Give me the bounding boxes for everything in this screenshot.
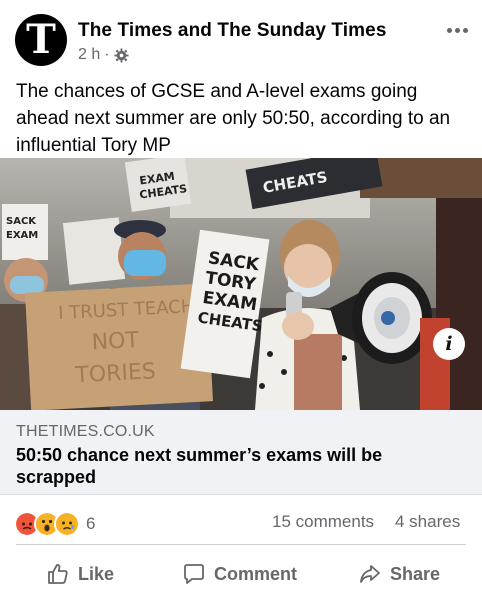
page-avatar[interactable]: T — [15, 14, 67, 66]
reaction-summary[interactable]: 6 — [14, 511, 95, 537]
gear-icon — [114, 47, 129, 63]
protest-photo: EXAM CHEATS CHEATS SACK EXAM I TRUST TEA… — [0, 158, 482, 410]
post-time[interactable]: 2 h — [78, 46, 100, 64]
page-name-link[interactable]: The Times and The Sunday Times — [78, 20, 387, 42]
meta-separator: · — [104, 46, 110, 63]
engagement-stats: 6 15 comments 4 shares — [0, 500, 482, 540]
post-header: T The Times and The Sunday Times 2 h · — [0, 0, 482, 72]
divider — [16, 544, 466, 545]
link-title[interactable]: 50:50 chance next summer’s exams will be… — [16, 444, 456, 488]
comment-label: Comment — [214, 563, 298, 584]
share-icon — [360, 565, 380, 583]
comments-count[interactable]: 15 comments — [272, 512, 374, 532]
like-label: Like — [78, 563, 115, 584]
ellipsis-icon[interactable] — [444, 22, 470, 38]
comment-button[interactable]: Comment — [182, 548, 297, 600]
post-meta: 2 h · — [78, 46, 129, 64]
link-preview[interactable]: THETIMES.CO.UK 50:50 chance next summer’… — [0, 410, 482, 495]
sign-text: TORIES — [74, 359, 157, 388]
action-bar: Like Comment Share — [0, 548, 482, 600]
share-button[interactable]: Share — [358, 548, 440, 600]
link-domain: THETIMES.CO.UK — [16, 423, 155, 440]
sad-icon — [54, 511, 80, 537]
like-button[interactable]: Like — [46, 548, 114, 600]
sign-text: EXAM — [6, 230, 38, 241]
thumbs-up-icon — [48, 564, 68, 584]
comment-icon — [184, 564, 204, 584]
info-icon[interactable]: i — [433, 328, 465, 360]
post-image[interactable]: EXAM CHEATS CHEATS SACK EXAM I TRUST TEA… — [0, 158, 482, 410]
sign-text: NOT — [91, 328, 140, 355]
shares-count[interactable]: 4 shares — [395, 512, 460, 532]
reaction-count: 6 — [86, 514, 96, 533]
sign-text: SACK — [6, 216, 37, 227]
post-message: The chances of GCSE and A-level exams go… — [16, 81, 451, 156]
share-label: Share — [390, 563, 441, 584]
